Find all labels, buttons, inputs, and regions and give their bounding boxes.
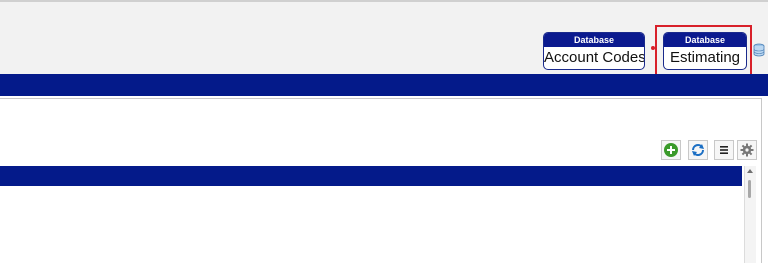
database-icon[interactable] bbox=[753, 43, 765, 57]
list-button[interactable] bbox=[714, 140, 734, 160]
settings-icon bbox=[740, 143, 754, 157]
add-button[interactable] bbox=[661, 140, 681, 160]
database-label: Account Codes bbox=[544, 49, 645, 66]
estimating-database-button[interactable]: Database Estimating bbox=[663, 32, 747, 70]
account-codes-database-button[interactable]: Database Account Codes bbox=[543, 32, 645, 70]
scroll-up-icon[interactable] bbox=[747, 169, 753, 173]
top-toolbar-area bbox=[0, 0, 768, 74]
refresh-icon bbox=[692, 144, 704, 156]
database-caption: Database bbox=[664, 33, 746, 47]
vertical-scrollbar[interactable] bbox=[744, 166, 756, 263]
highlight-marker bbox=[651, 46, 655, 50]
settings-button[interactable] bbox=[737, 140, 757, 160]
database-caption: Database bbox=[544, 33, 644, 47]
database-label: Estimating bbox=[669, 49, 741, 66]
refresh-button[interactable] bbox=[688, 140, 708, 160]
grid-header bbox=[0, 166, 742, 186]
navigation-bar bbox=[0, 74, 768, 96]
add-icon bbox=[664, 143, 678, 157]
scroll-thumb[interactable] bbox=[748, 180, 751, 198]
list-icon bbox=[720, 146, 728, 154]
